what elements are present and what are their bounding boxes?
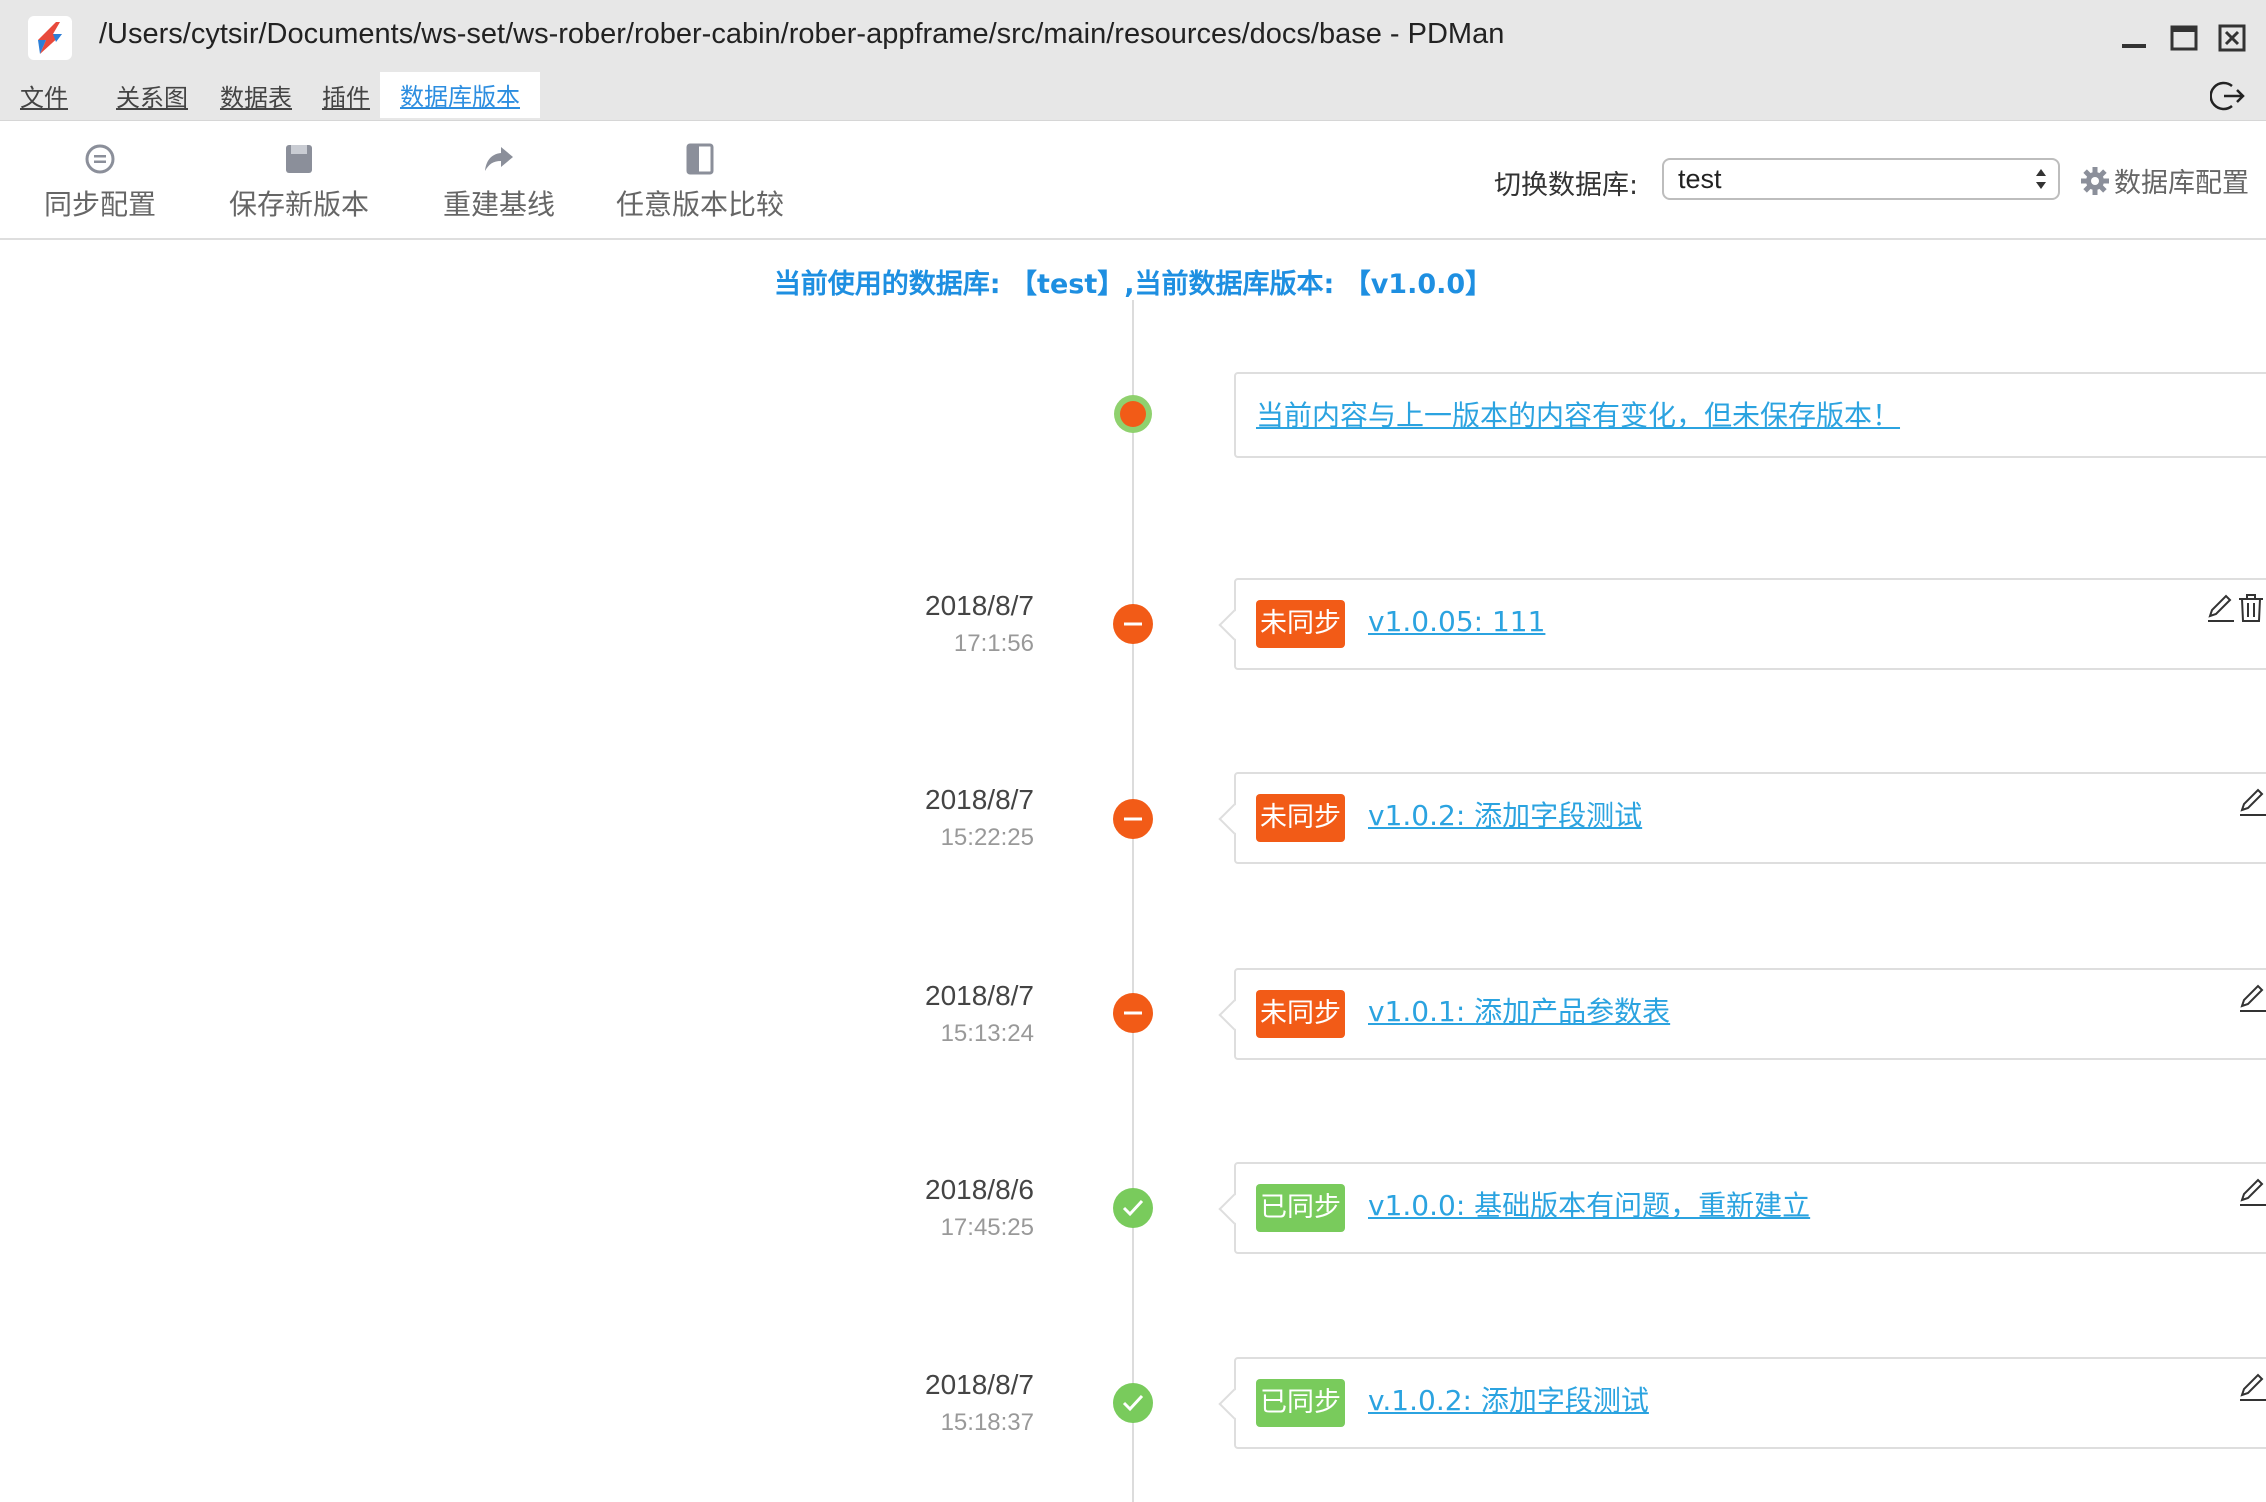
current-db-status: 当前使用的数据库: 【test】,当前数据库版本: 【v1.0.0】: [0, 262, 2266, 301]
save-new-version-label: 保存新版本: [229, 188, 370, 221]
title-bar: /Users/cytsir/Documents/ws-set/ws-rober/…: [0, 0, 2266, 72]
entry-date: 2018/8/7: [925, 980, 1034, 1011]
version-card: 未同步 v1.0.2: 添加字段测试: [1218, 772, 2266, 864]
menu-plugins[interactable]: 插件: [322, 80, 370, 116]
db-config-label: 数据库配置: [2114, 168, 2249, 199]
edit-icon[interactable]: [2236, 1371, 2266, 1403]
compare-any-version-button[interactable]: 任意版本比较: [616, 141, 784, 223]
gear-icon: [2081, 167, 2109, 195]
version-link[interactable]: v1.0.2: 添加字段测试: [1368, 796, 1642, 836]
edit-icon[interactable]: [2236, 1176, 2266, 1208]
entry-time: 17:1:56: [953, 630, 1034, 657]
rebuild-baseline-label: 重建基线: [443, 188, 556, 221]
pdman-logo-icon: [28, 16, 72, 60]
menu-file[interactable]: 文件: [20, 80, 68, 116]
rebuild-baseline-button[interactable]: 重建基线: [443, 141, 555, 223]
synced-check-icon: [1113, 1383, 1153, 1423]
database-select[interactable]: test: [1662, 158, 2060, 200]
entry-date: 2018/8/7: [925, 590, 1034, 621]
window-title: /Users/cytsir/Documents/ws-set/ws-rober/…: [99, 18, 1505, 50]
version-link[interactable]: v.1.0.2: 添加字段测试: [1368, 1381, 1649, 1421]
save-icon: [286, 145, 312, 173]
entry-time: 17:45:25: [940, 1214, 1034, 1241]
switch-db-label: 切换数据库:: [1494, 170, 1639, 201]
version-link[interactable]: v1.0.0: 基础版本有问题，重新建立: [1368, 1186, 1810, 1226]
compare-any-version-label: 任意版本比较: [616, 188, 785, 221]
unsaved-dot-icon: [1114, 395, 1152, 433]
menu-db-version[interactable]: 数据库版本: [380, 72, 540, 118]
edit-icon[interactable]: [2236, 786, 2266, 818]
status-db: 【test】: [1010, 269, 1125, 300]
status-badge: 已同步: [1256, 1379, 1345, 1427]
trash-icon[interactable]: [2236, 592, 2266, 624]
close-icon[interactable]: [2216, 22, 2248, 54]
unsynced-dot-icon: [1113, 993, 1153, 1033]
save-new-version-button[interactable]: 保存新版本: [229, 141, 369, 223]
version-link[interactable]: v1.0.1: 添加产品参数表: [1368, 992, 1670, 1032]
selected-database: test: [1678, 164, 1722, 194]
menu-bar: 文件 关系图 数据表 插件 数据库版本: [0, 72, 2266, 122]
unsynced-dot-icon: [1113, 799, 1153, 839]
entry-time: 15:22:25: [940, 824, 1034, 851]
sync-config-button[interactable]: 同步配置: [44, 141, 156, 223]
entry-date: 2018/8/7: [925, 1369, 1034, 1400]
sync-icon: [85, 144, 115, 174]
edit-icon[interactable]: [2236, 982, 2266, 1014]
status-badge: 未同步: [1256, 794, 1345, 842]
status-badge: 已同步: [1256, 1184, 1345, 1232]
version-link[interactable]: v1.0.05: 111: [1368, 602, 1545, 642]
menu-data-table[interactable]: 数据表: [220, 80, 292, 116]
status-version: 【v1.0.0】: [1343, 269, 1493, 300]
db-config-button[interactable]: 数据库配置: [2080, 161, 2249, 200]
version-card: 已同步 v.1.0.2: 添加字段测试: [1218, 1357, 2266, 1449]
synced-check-icon: [1113, 1188, 1153, 1228]
maximize-icon[interactable]: [2168, 22, 2200, 54]
logout-icon[interactable]: [2210, 78, 2246, 114]
toolbar: 同步配置 保存新版本 重建基线 任意版本比较 切换数据库: test 数据库配置: [0, 121, 2266, 240]
entry-date: 2018/8/6: [925, 1174, 1034, 1205]
status-prefix: 当前使用的数据库:: [773, 269, 1001, 300]
entry-time: 15:13:24: [940, 1020, 1034, 1047]
status-middle: ,当前数据库版本:: [1124, 269, 1335, 300]
status-badge: 未同步: [1256, 990, 1345, 1038]
sync-config-label: 同步配置: [44, 188, 157, 221]
unsaved-changes-link[interactable]: 当前内容与上一版本的内容有变化，但未保存版本！: [1256, 394, 1900, 434]
status-badge: 未同步: [1256, 600, 1345, 648]
menu-relation-diagram[interactable]: 关系图: [116, 80, 188, 116]
unsynced-dot-icon: [1113, 604, 1153, 644]
entry-date: 2018/8/7: [925, 784, 1034, 815]
version-card: 未同步 v1.0.05: 111: [1218, 578, 2266, 670]
compare-icon: [686, 143, 714, 175]
entry-time: 15:18:37: [940, 1409, 1034, 1436]
edit-icon[interactable]: [2204, 592, 2236, 624]
minimize-icon[interactable]: [2118, 22, 2150, 54]
timeline-line: [1132, 300, 1134, 1502]
select-arrows-icon: [2036, 169, 2046, 189]
share-arrow-icon: [485, 147, 513, 171]
version-card: 未同步 v1.0.1: 添加产品参数表: [1218, 968, 2266, 1060]
version-card: 已同步 v1.0.0: 基础版本有问题，重新建立: [1218, 1162, 2266, 1254]
unsaved-changes-card: 当前内容与上一版本的内容有变化，但未保存版本！: [1234, 372, 2266, 458]
